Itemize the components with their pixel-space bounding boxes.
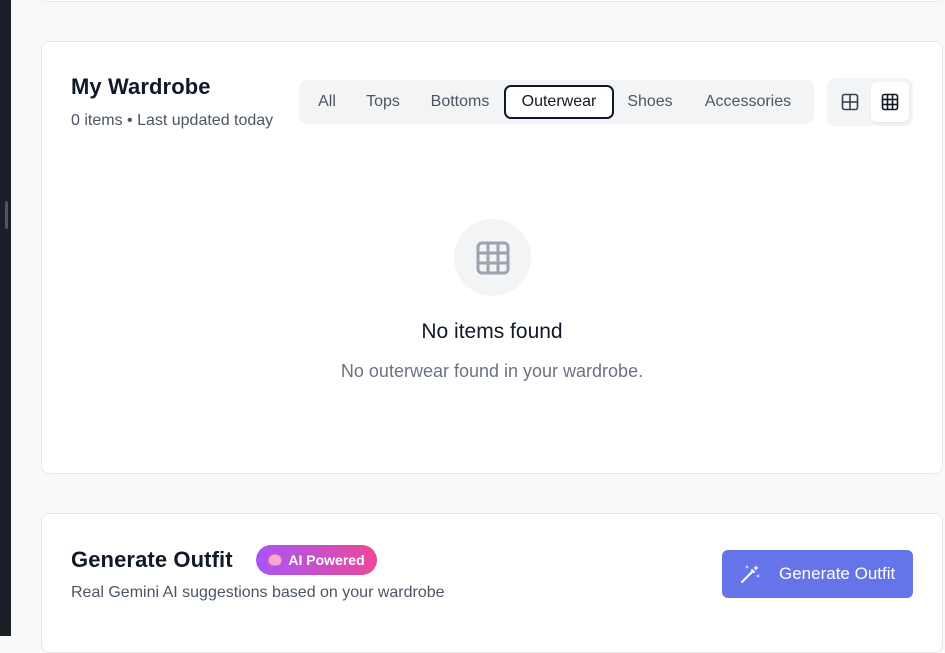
previous-section-card	[41, 0, 943, 2]
ai-badge-label: AI Powered	[288, 552, 365, 568]
generate-title: Generate Outfit	[71, 547, 233, 572]
filter-tab-outerwear[interactable]: Outerwear	[504, 85, 614, 119]
filter-tab-bottoms[interactable]: Bottoms	[420, 85, 500, 119]
filter-tab-accessories[interactable]: Accessories	[692, 85, 804, 119]
wardrobe-subtitle: 0 items • Last updated today	[71, 112, 274, 129]
small-grid-view-button[interactable]	[871, 82, 909, 122]
empty-state-title: No items found	[421, 320, 563, 343]
empty-state-description: No outerwear found in your wardrobe.	[340, 361, 644, 381]
generate-button-label: Generate Outfit	[779, 564, 896, 583]
left-window-edge	[0, 0, 11, 636]
wardrobe-card: My Wardrobe 0 items • Last updated today…	[41, 41, 943, 474]
view-mode-toggle	[827, 78, 913, 126]
filter-tab-all[interactable]: All	[308, 85, 346, 119]
empty-state-icon-circle	[454, 219, 531, 296]
generate-outfit-button[interactable]: Generate Outfit	[722, 550, 913, 598]
filter-tab-tops[interactable]: Tops	[356, 85, 410, 119]
filter-tab-shoes[interactable]: Shoes	[618, 85, 682, 119]
brain-icon	[268, 554, 283, 566]
wardrobe-title: My Wardrobe	[71, 74, 211, 99]
category-filter-bar: All Tops Bottoms Outerwear Shoes Accesso…	[299, 80, 814, 124]
large-grid-icon	[841, 93, 859, 111]
resize-grip[interactable]	[5, 201, 8, 229]
generate-subtitle: Real Gemini AI suggestions based on your…	[71, 584, 445, 601]
ai-powered-badge: AI Powered	[256, 545, 377, 575]
generate-outfit-card: Generate Outfit AI Powered Real Gemini A…	[41, 513, 943, 653]
small-grid-icon	[881, 93, 899, 111]
magic-wand-icon	[741, 565, 760, 583]
large-grid-view-button[interactable]	[831, 82, 869, 122]
grid-icon	[476, 241, 509, 274]
